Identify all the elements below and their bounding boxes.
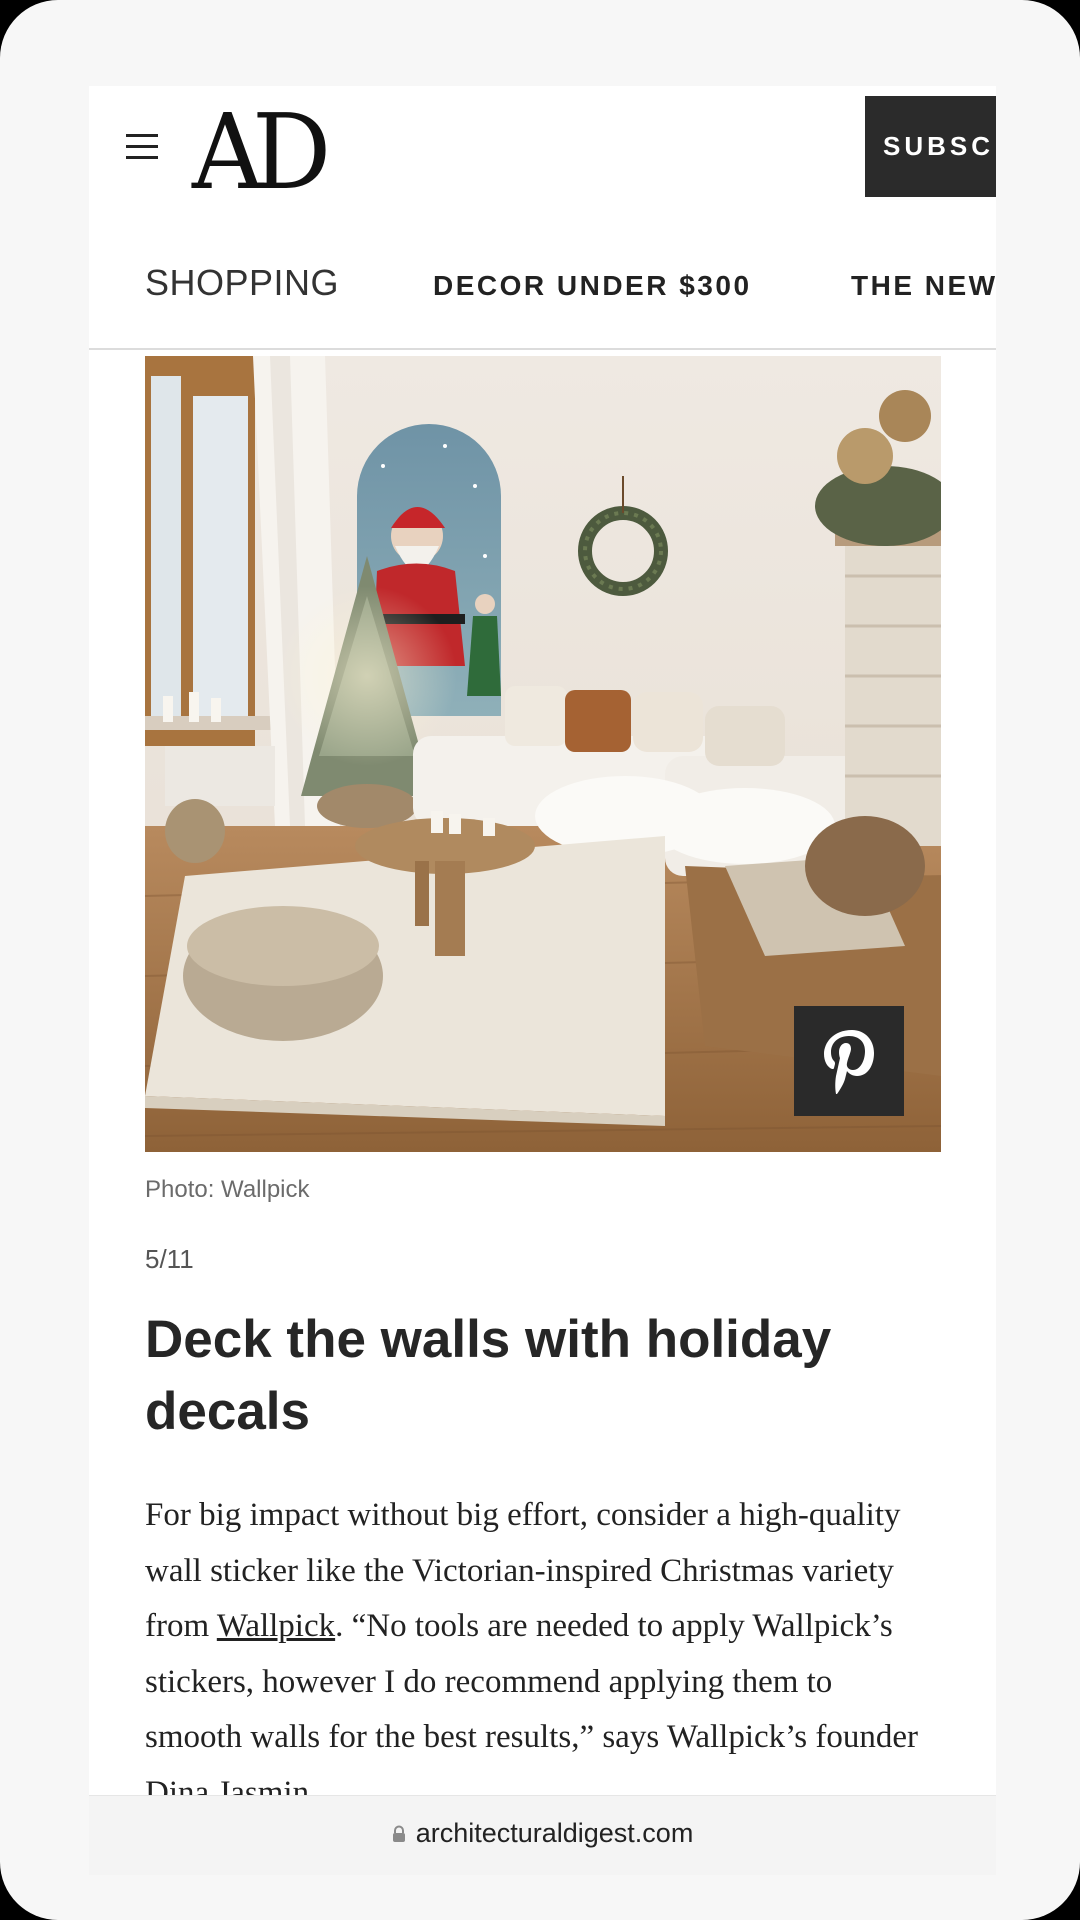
pinterest-save-button[interactable] <box>794 1006 904 1116</box>
lock-icon <box>392 1825 405 1842</box>
category-nav: SHOPPING DECOR UNDER $300 THE NEW <box>89 226 996 350</box>
article-headline: Deck the walls with holiday decals <box>145 1310 832 1441</box>
browser-viewport: AD SUBSC SHOPPING DECOR UNDER $300 THE N… <box>89 86 996 1875</box>
nav-item-decor-under-300[interactable]: DECOR UNDER $300 <box>433 270 752 302</box>
subscribe-button[interactable]: SUBSC <box>865 96 996 197</box>
article-body: For big impact without big effort, consi… <box>145 1488 935 1821</box>
site-logo[interactable]: AD <box>192 100 331 204</box>
nav-item-the-new[interactable]: THE NEW <box>851 270 996 302</box>
url-text: architecturaldigest.com <box>415 1818 694 1848</box>
site-header: AD SUBSC <box>89 86 996 226</box>
browser-url-bar[interactable]: architecturaldigest.com <box>89 1795 996 1875</box>
url-display[interactable]: architecturaldigest.com <box>89 1818 996 1849</box>
pinterest-icon <box>824 1030 874 1094</box>
slide-counter: 5/11 <box>145 1244 194 1274</box>
photo-credit: Photo: Wallpick <box>145 1176 310 1203</box>
nav-item-shopping[interactable]: SHOPPING <box>145 262 339 304</box>
menu-icon[interactable] <box>126 132 160 162</box>
wallpick-link[interactable]: Wallpick <box>217 1608 335 1644</box>
device-frame: AD SUBSC SHOPPING DECOR UNDER $300 THE N… <box>0 0 1080 1920</box>
